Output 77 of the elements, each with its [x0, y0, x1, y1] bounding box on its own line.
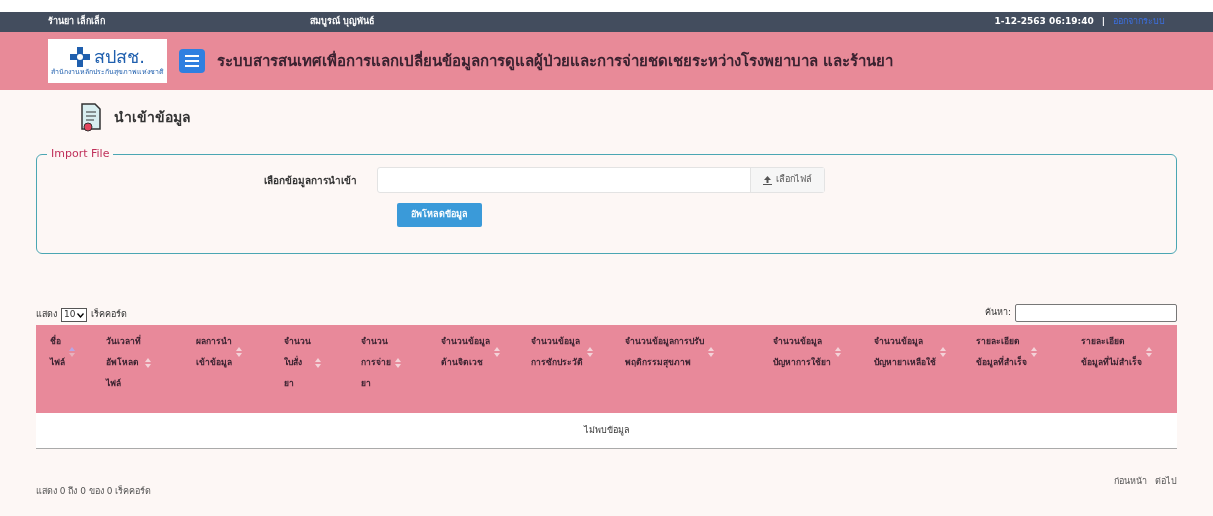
column-header[interactable]: รายละเอียด ข้อมูลที่ไม่สำเร็จ	[1081, 331, 1177, 373]
upload-button[interactable]: อัพโหลดข้อมูล	[397, 203, 482, 227]
search-field[interactable]	[1015, 304, 1177, 322]
column-header[interactable]: ผลการนำ เข้าข้อมูล	[195, 331, 284, 373]
menu-button[interactable]	[179, 49, 205, 73]
import-label: เลือกข้อมูลการนำเข้า	[263, 173, 358, 188]
previous-link[interactable]: ก่อนหน้า	[1114, 475, 1147, 499]
document-icon	[80, 102, 102, 132]
column-header[interactable]: รายละเอียด ข้อมูลที่สำเร็จ	[975, 331, 1082, 373]
empty-message: ไม่พบข้อมูล	[583, 423, 630, 438]
sort-icon	[1146, 347, 1153, 357]
column-header[interactable]: จำนวนข้อมูล ปัญหาการใช้ยา	[772, 331, 875, 373]
upload-icon	[763, 175, 772, 185]
column-title: วันเวลาที่	[105, 334, 141, 348]
column-title: ปัญหายาเหลือใช้	[874, 356, 937, 369]
column-title: จำนวนข้อมูล	[531, 335, 582, 349]
sort-icon	[1030, 347, 1037, 357]
column-title: รายละเอียด	[975, 335, 1021, 348]
show-label: แสดง	[36, 308, 57, 322]
column-header[interactable]: จำนวนข้อมูล ปัญหายาเหลือใช้	[874, 331, 976, 373]
store-name: ร้านยา เล็กเล็ก	[48, 15, 107, 29]
column-title: การจ่าย	[360, 356, 391, 369]
column-title: จำนวนข้อมูล	[441, 335, 490, 349]
records-label: เร็คคอร์ด	[91, 308, 128, 322]
column-title: ข้อมูลที่ไม่สำเร็จ	[1081, 354, 1143, 370]
date-time: 1-12-2563 06:19:40	[994, 15, 1094, 29]
column-title: จำนวนข้อมูล	[874, 335, 925, 349]
column-header[interactable]: จำนวนข้อมูล การซักประวัติ	[531, 331, 625, 373]
column-title: ยา	[360, 377, 372, 390]
column-title: ไฟล์	[105, 377, 122, 390]
column-header[interactable]: วันเวลาที่ อัพโหลด ไฟล์	[105, 331, 196, 394]
chevron-down-icon	[77, 312, 85, 318]
sort-icon	[940, 347, 947, 357]
sort-icon	[834, 347, 841, 357]
column-title: การซักประวัติ	[531, 356, 584, 369]
column-title: จำนวนข้อมูลการปรับ	[625, 335, 704, 349]
column-title: ยา	[283, 377, 295, 390]
column-title: จำนวน	[283, 335, 311, 348]
sort-ascending-icon	[69, 347, 75, 357]
column-title: จำนวน	[360, 335, 389, 348]
sort-icon	[394, 357, 401, 368]
logo-text: สปสช.	[94, 47, 145, 66]
sort-icon	[708, 347, 714, 357]
column-title: อัพโหลด	[105, 356, 140, 369]
sort-icon	[144, 357, 151, 368]
search-label: ค้นหา:	[984, 306, 1011, 320]
import-legend: Import File	[47, 147, 114, 161]
browse-button[interactable]: เลือกไฟล์	[750, 168, 824, 192]
column-title: เข้าข้อมูล	[195, 356, 232, 370]
column-header[interactable]: ชื่อ ไฟล์	[50, 331, 106, 373]
column-title: ชื่อ	[50, 334, 62, 348]
cross-logo-icon	[70, 46, 91, 67]
column-title: พฤติกรรมสุขภาพ	[625, 356, 692, 370]
column-title: ไฟล์	[50, 356, 65, 369]
page-size-select[interactable]: 10	[61, 308, 88, 322]
column-title: ด้านจิตเวช	[441, 356, 484, 369]
column-title: ใบสั่ง	[283, 355, 303, 369]
sort-icon	[587, 347, 594, 357]
column-header[interactable]: จำนวน การจ่าย ยา	[360, 331, 441, 394]
column-header[interactable]: จำนวนข้อมูล ด้านจิตเวช	[441, 331, 532, 373]
column-title: รายละเอียด	[1081, 335, 1127, 348]
page-title: นำเข้าข้อมูล	[114, 107, 191, 128]
column-title: ข้อมูลที่สำเร็จ	[975, 354, 1027, 370]
user-name: สมบูรณ์ บุญพันธ์	[310, 15, 375, 29]
column-header[interactable]: จำนวนข้อมูลการปรับ พฤติกรรมสุขภาพ	[625, 331, 773, 373]
sort-icon	[494, 347, 500, 357]
sort-icon	[235, 347, 242, 357]
column-header[interactable]: จำนวน ใบสั่ง ยา	[283, 331, 361, 394]
next-link[interactable]: ต่อไป	[1155, 475, 1177, 499]
file-field[interactable]: เลือกไฟล์	[377, 167, 825, 193]
sort-icon	[314, 357, 321, 368]
table-info: แสดง 0 ถึง 0 ของ 0 เร็คคอร์ด	[36, 485, 152, 498]
system-title: ระบบสารสนเทศเพื่อการแลกเปลี่ยนข้อมูลการดูแลผู้ป่วยและการจ่ายชดเชยระหว่างโรงพยาบาล และร้านยา	[217, 49, 894, 73]
column-title: ปัญหาการใช้ยา	[772, 356, 831, 369]
column-title: ผลการนำ	[195, 335, 232, 348]
separator: |	[1101, 15, 1105, 29]
column-title: จำนวนข้อมูล	[772, 335, 823, 349]
